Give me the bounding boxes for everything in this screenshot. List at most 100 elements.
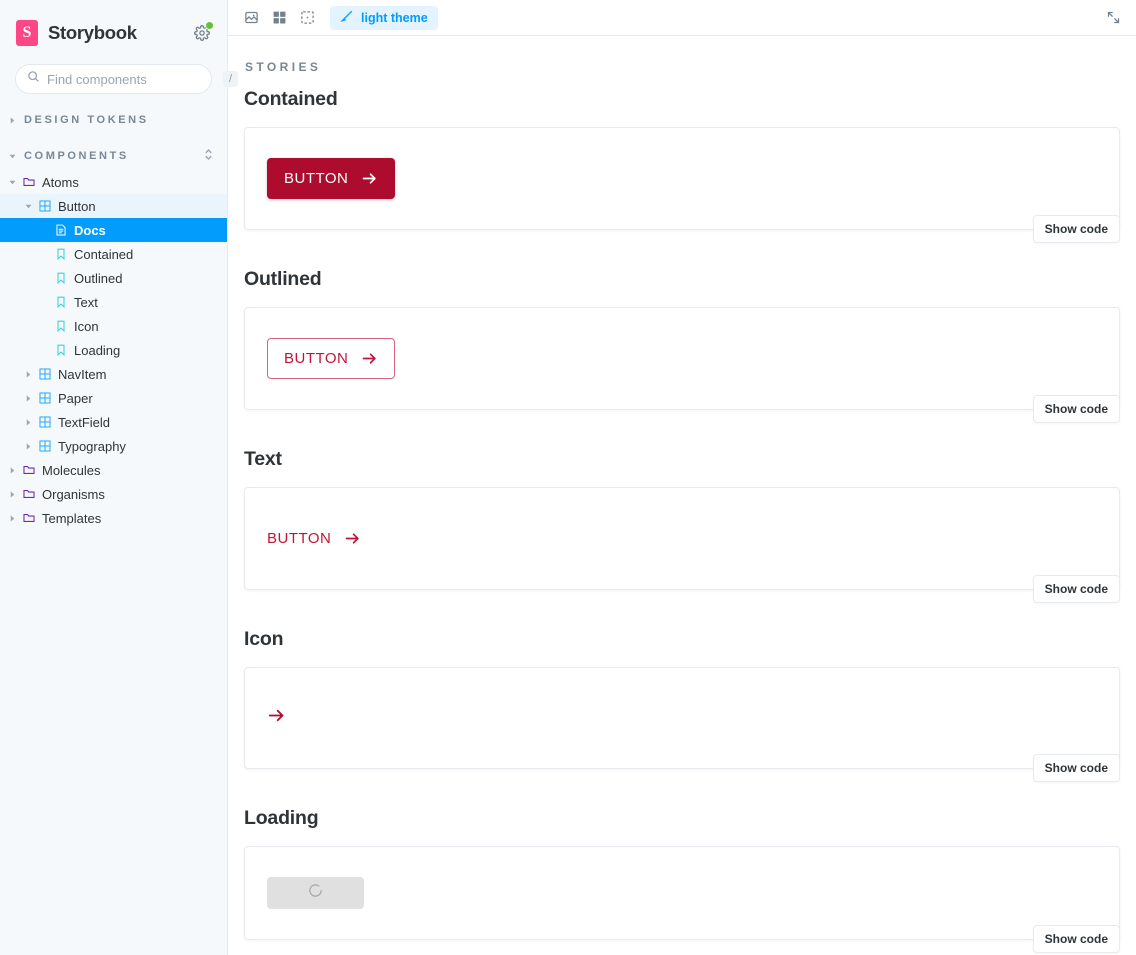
- story-icon: [54, 272, 67, 285]
- grid-icon[interactable]: [265, 6, 293, 30]
- sidebar-item-label: Molecules: [42, 462, 101, 478]
- button-label: BUTTON: [284, 170, 349, 187]
- show-code-button[interactable]: Show code: [1032, 575, 1120, 603]
- component-tree: DESIGN TOKENS COMPONENTS Atoms Button Docs…: [0, 108, 227, 530]
- show-code-button[interactable]: Show code: [1032, 395, 1120, 423]
- chevron-right-icon[interactable]: [24, 371, 32, 378]
- sidebar-item-label: Atoms: [42, 174, 79, 190]
- story-heading: Contained: [244, 88, 338, 110]
- show-code-button[interactable]: Show code: [1032, 754, 1120, 782]
- group-components[interactable]: COMPONENTS: [0, 142, 227, 170]
- sidebar-item-label: Contained: [74, 246, 134, 262]
- chevron-down-icon: [8, 153, 16, 160]
- story-icon: [54, 248, 67, 261]
- story-preview-outlined: BUTTON Show code: [244, 307, 1120, 423]
- story-canvas: [245, 847, 1119, 939]
- sidebar-item-label: Templates: [42, 510, 102, 526]
- main-panel: light theme STORIES Contained BUTTON Show …: [228, 0, 1136, 955]
- sidebar: S Storybook /: [0, 0, 239, 955]
- sidebar-item-label: Loading: [74, 342, 121, 358]
- sidebar-item-label: Paper: [58, 390, 93, 406]
- search-icon: [27, 70, 40, 88]
- search-input[interactable]: [47, 71, 223, 87]
- story-button-icon[interactable]: [267, 698, 286, 738]
- stories-section-label: STORIES: [245, 60, 322, 74]
- sidebar-item-label: Typography: [58, 438, 126, 454]
- docs-icon: [54, 224, 67, 237]
- tree-rows: Atoms Button Docs Contained Outlined Text Icon…: [0, 170, 227, 530]
- component-icon: [38, 392, 51, 405]
- docs-page: STORIES Contained BUTTON Show code Outlined…: [228, 36, 1136, 955]
- sidebar-header: S Storybook: [0, 0, 227, 50]
- story-preview-loading: Show code: [244, 846, 1120, 953]
- story-icon: [54, 320, 67, 333]
- folder-icon: [22, 464, 35, 477]
- component-icon: [38, 416, 51, 429]
- chevron-right-icon: [8, 117, 16, 124]
- button-label: BUTTON: [284, 350, 349, 367]
- sidebar-item-label: NavItem: [58, 366, 107, 382]
- toolbar: light theme: [228, 0, 1136, 36]
- folder-icon: [22, 512, 35, 525]
- story-button-loading: [267, 877, 364, 909]
- sidebar-item-button[interactable]: Button: [0, 194, 227, 218]
- story-icon: [54, 344, 67, 357]
- group-design-tokens[interactable]: DESIGN TOKENS: [0, 108, 227, 132]
- chevron-right-icon[interactable]: [24, 395, 32, 402]
- story-button-outlined[interactable]: BUTTON: [267, 338, 396, 379]
- sidebar-item-typography[interactable]: Typography: [0, 434, 227, 458]
- arrow-right-icon: [361, 170, 378, 187]
- storybook-logo-glyph: S: [22, 24, 32, 41]
- chevron-right-icon[interactable]: [8, 491, 16, 498]
- story-canvas: BUTTON: [245, 128, 1119, 229]
- sidebar-item-organisms[interactable]: Organisms: [0, 482, 227, 506]
- sidebar-item-label: Button: [58, 198, 96, 214]
- sidebar-item-textfield[interactable]: TextField: [0, 410, 227, 434]
- story-canvas: BUTTON: [245, 488, 1119, 589]
- chevron-down-icon[interactable]: [8, 179, 16, 186]
- group-label: DESIGN TOKENS: [24, 114, 149, 126]
- sidebar-item-atoms[interactable]: Atoms: [0, 170, 227, 194]
- chevron-right-icon[interactable]: [24, 443, 32, 450]
- story-heading: Text: [244, 448, 282, 470]
- sidebar-item-templates[interactable]: Templates: [0, 506, 227, 530]
- story-button-contained[interactable]: BUTTON: [267, 158, 396, 199]
- sidebar-item-paper[interactable]: Paper: [0, 386, 227, 410]
- settings-gear-icon[interactable]: [191, 21, 214, 44]
- show-code-button[interactable]: Show code: [1032, 215, 1120, 243]
- story-canvas: BUTTON: [245, 308, 1119, 409]
- arrow-right-icon: [361, 350, 378, 367]
- sidebar-item-text[interactable]: Text: [0, 290, 227, 314]
- storybook-app: S Storybook /: [0, 0, 1136, 955]
- sidebar-item-docs[interactable]: Docs: [0, 218, 227, 242]
- theme-label: light theme: [361, 10, 428, 25]
- sidebar-item-molecules[interactable]: Molecules: [0, 458, 227, 482]
- expand-all-icon[interactable]: [204, 148, 213, 164]
- sidebar-item-label: Organisms: [42, 486, 105, 502]
- group-label: COMPONENTS: [24, 150, 129, 162]
- arrow-right-icon: [344, 530, 361, 547]
- component-icon: [38, 200, 51, 213]
- sidebar-item-outlined[interactable]: Outlined: [0, 266, 227, 290]
- story-preview-icon: Show code: [244, 667, 1120, 782]
- component-icon: [38, 368, 51, 381]
- image-icon[interactable]: [237, 6, 265, 30]
- sidebar-item-icon[interactable]: Icon: [0, 314, 227, 338]
- chevron-right-icon[interactable]: [8, 467, 16, 474]
- expand-icon[interactable]: [1099, 6, 1127, 30]
- chevron-right-icon[interactable]: [24, 419, 32, 426]
- sidebar-item-contained[interactable]: Contained: [0, 242, 227, 266]
- folder-icon: [22, 488, 35, 501]
- brand-title: Storybook: [48, 22, 137, 43]
- sidebar-item-loading[interactable]: Loading: [0, 338, 227, 362]
- button-label: BUTTON: [267, 530, 332, 547]
- sidebar-item-label: Docs: [74, 222, 106, 238]
- theme-toggle-button[interactable]: light theme: [330, 5, 438, 30]
- story-button-text[interactable]: BUTTON: [267, 518, 361, 559]
- chevron-down-icon[interactable]: [24, 203, 32, 210]
- sidebar-item-navitem[interactable]: NavItem: [0, 362, 227, 386]
- chevron-right-icon[interactable]: [8, 515, 16, 522]
- search-box[interactable]: /: [15, 64, 239, 94]
- outline-icon[interactable]: [293, 6, 321, 30]
- show-code-button[interactable]: Show code: [1032, 925, 1120, 953]
